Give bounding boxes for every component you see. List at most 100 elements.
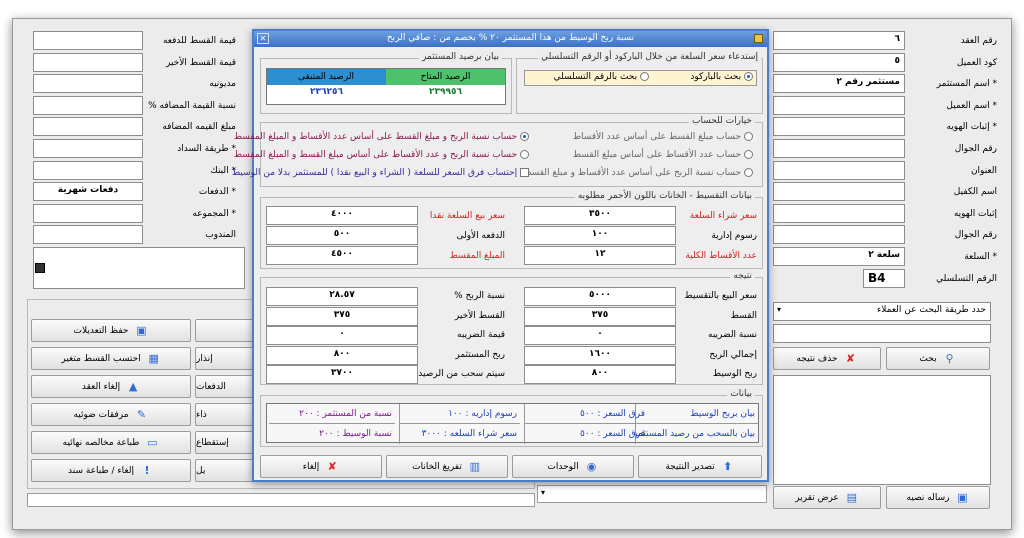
right-field-input[interactable] <box>773 117 905 137</box>
left-field-label: * المجموعه <box>192 208 236 219</box>
result-value[interactable]: ٢٨.٥٧ <box>266 287 418 306</box>
action-button-label: الدفعات <box>196 381 226 392</box>
action-button-partial[interactable] <box>195 319 255 342</box>
opt-barcode[interactable]: بحث بالباركود <box>690 72 753 82</box>
result-value[interactable]: ٠ <box>266 326 418 345</box>
result-label: القسط <box>730 310 757 321</box>
bottom-combo[interactable]: ▾ <box>537 485 767 503</box>
result-label: سعر البيع بالتقسيط <box>684 291 757 301</box>
cancel-button[interactable]: ✘ إلغاء <box>260 455 382 478</box>
right-field-input[interactable] <box>773 160 905 180</box>
action-button[interactable]: ▦ احتسب القسط متغير <box>31 347 191 370</box>
installment-count-input[interactable]: ١٢ <box>524 246 676 265</box>
opt-calc-4[interactable]: حساب نسبة الربح و مبلغ القسط على أساس عد… <box>234 132 529 142</box>
first-payment-input[interactable]: ٥٠٠ <box>266 226 418 245</box>
purchase-price-input[interactable]: ٣٥٠٠ <box>524 206 676 225</box>
right-field-input[interactable] <box>773 225 905 245</box>
right-field-input[interactable] <box>773 139 905 158</box>
left-field-input[interactable] <box>33 31 143 50</box>
right-field-input[interactable] <box>773 203 905 223</box>
action-button-partial[interactable]: ذاء <box>195 403 255 426</box>
left-field-label: مديونيه <box>209 79 236 90</box>
left-field-input[interactable] <box>33 74 143 94</box>
right-field-input[interactable]: سلعة ٢ <box>773 247 905 266</box>
left-field-input[interactable] <box>33 160 143 180</box>
search-button[interactable]: ⚲ بحث <box>886 347 990 370</box>
result-label: نسبة الضريبه <box>708 330 757 340</box>
action-button[interactable]: ▣ حفظ التعديلات <box>31 319 191 342</box>
result-value[interactable]: ٠ <box>524 326 676 345</box>
result-label: ربح المستثمر <box>455 349 505 360</box>
attach-icon: ✎ <box>136 408 147 421</box>
result-value[interactable]: ٣٧٠٠ <box>266 365 418 384</box>
action-button[interactable]: ! إلغاء / طباعة سند <box>31 459 191 482</box>
dialog-title: نسبة ربح الوسيط من هذا المستثمر ٢٠ % بخص… <box>386 33 635 43</box>
left-field-input[interactable] <box>33 95 143 115</box>
close-icon[interactable]: ✕ <box>257 33 269 44</box>
left-field-input[interactable] <box>33 139 143 158</box>
right-field-input[interactable] <box>773 95 905 115</box>
units-icon: ◉ <box>586 460 597 473</box>
action-button-label: طباعة مخالصه نهائيه <box>62 437 140 448</box>
action-button[interactable]: ▲ إلغاء العقد <box>31 375 191 398</box>
remaining-header: الرصيد المتبقى <box>267 69 386 85</box>
left-field-label: * طريقة السداد <box>177 144 236 154</box>
result-value[interactable]: ٣٧٥ <box>266 306 418 326</box>
delete-result-button[interactable]: ✘ حذف نتيجه <box>773 347 881 370</box>
action-button-label: حفظ التعديلات <box>73 325 129 336</box>
left-field-label: * الدفعات <box>198 187 236 198</box>
search-method-select[interactable]: حدد طريقة البحث عن العملاء ▾ <box>773 302 991 321</box>
right-field-input[interactable]: B4 <box>863 268 905 288</box>
result-value[interactable]: ٥٠٠٠ <box>524 287 676 306</box>
cash-price-input[interactable]: ٤٠٠٠ <box>266 206 418 225</box>
app-icon <box>754 34 763 43</box>
result-value[interactable]: ٨٠٠ <box>524 365 676 384</box>
left-field-input[interactable] <box>33 203 143 223</box>
right-field-input[interactable]: ٦ <box>773 31 905 50</box>
action-button-partial[interactable]: يل <box>195 459 255 482</box>
result-value[interactable]: ٣٧٥ <box>524 306 676 326</box>
financed-amount-input[interactable]: ٤٥٠٠ <box>266 246 418 265</box>
floppy-icon[interactable] <box>35 263 45 273</box>
left-field-input[interactable] <box>33 225 143 245</box>
search-input[interactable] <box>773 324 991 343</box>
show-report-button[interactable]: ▤ عرض تقرير <box>773 486 881 509</box>
opt-calc-1[interactable]: حساب مبلغ القسط على أساس عدد الأقساط <box>573 132 753 142</box>
action-button[interactable]: ✎ مرفقات ضوئيه <box>31 403 191 426</box>
opt-calc-6[interactable]: إحتساب فرق السعر للسلعة ( الشراء و البيع… <box>232 168 529 178</box>
notes-box[interactable] <box>33 247 245 289</box>
results-list[interactable] <box>773 375 991 485</box>
right-field-label: * اسم العميل <box>946 100 997 111</box>
right-field-input[interactable] <box>773 182 905 202</box>
right-field-input[interactable]: ٥ <box>773 52 905 72</box>
result-value[interactable]: ١٦٠٠ <box>524 345 676 365</box>
data-cell: فرق السعر : ٥٠٠ <box>524 404 648 424</box>
left-field-input[interactable] <box>33 117 143 137</box>
action-button-partial[interactable]: الدفعات <box>195 375 255 398</box>
admin-fee-input[interactable]: ١٠٠ <box>524 226 676 245</box>
action-button-partial[interactable]: إنذار <box>195 347 255 370</box>
purchase-price-label: سعر شراء السلعة <box>689 211 757 221</box>
export-result-button[interactable]: ⬆ تصدير النتيجة <box>638 455 762 478</box>
cancel-x-icon: ✘ <box>327 460 337 473</box>
data-title: بيانات <box>727 389 755 399</box>
send-message-button[interactable]: ▣ رساله نصيه <box>886 486 990 509</box>
serial-lookup-title: إستدعاء سعر السلعة من خلال الباركود أو ا… <box>538 52 761 62</box>
left-field-input[interactable] <box>33 52 143 72</box>
opt-calc-2[interactable]: حساب عدد الأقساط على أساس مبلغ القسط <box>573 150 753 160</box>
result-value[interactable]: ٨٠٠ <box>266 345 418 365</box>
left-field-label: المندوب <box>205 230 236 241</box>
right-field-input[interactable]: مستثمر رقم ٢ <box>773 74 905 94</box>
left-field-input[interactable]: دفعات شهرية <box>33 182 143 202</box>
data-cell: بيان بالسحب من رصيد المستثمر <box>635 424 758 444</box>
action-button[interactable]: ▭ طباعة مخالصه نهائيه <box>31 431 191 454</box>
clear-fields-button[interactable]: ▥ تفريغ الخانات <box>386 455 508 478</box>
action-button-label: احتسب القسط متغير <box>61 353 141 364</box>
units-button[interactable]: ◉ الوحدات <box>512 455 634 478</box>
opt-serial[interactable]: بحث بالرقم التسلسلي <box>554 72 649 82</box>
opt-calc-3[interactable]: حساب نسبة الربح على أساس عدد الأقساط و م… <box>523 168 753 178</box>
action-button-partial[interactable]: إستقطاع <box>195 431 255 454</box>
remaining-value: ٢٣٦٢٥٦ <box>310 87 343 97</box>
status-bar <box>27 493 535 507</box>
opt-calc-5[interactable]: حساب نسبة الربح و عدد الأقساط على أساس م… <box>234 150 529 160</box>
